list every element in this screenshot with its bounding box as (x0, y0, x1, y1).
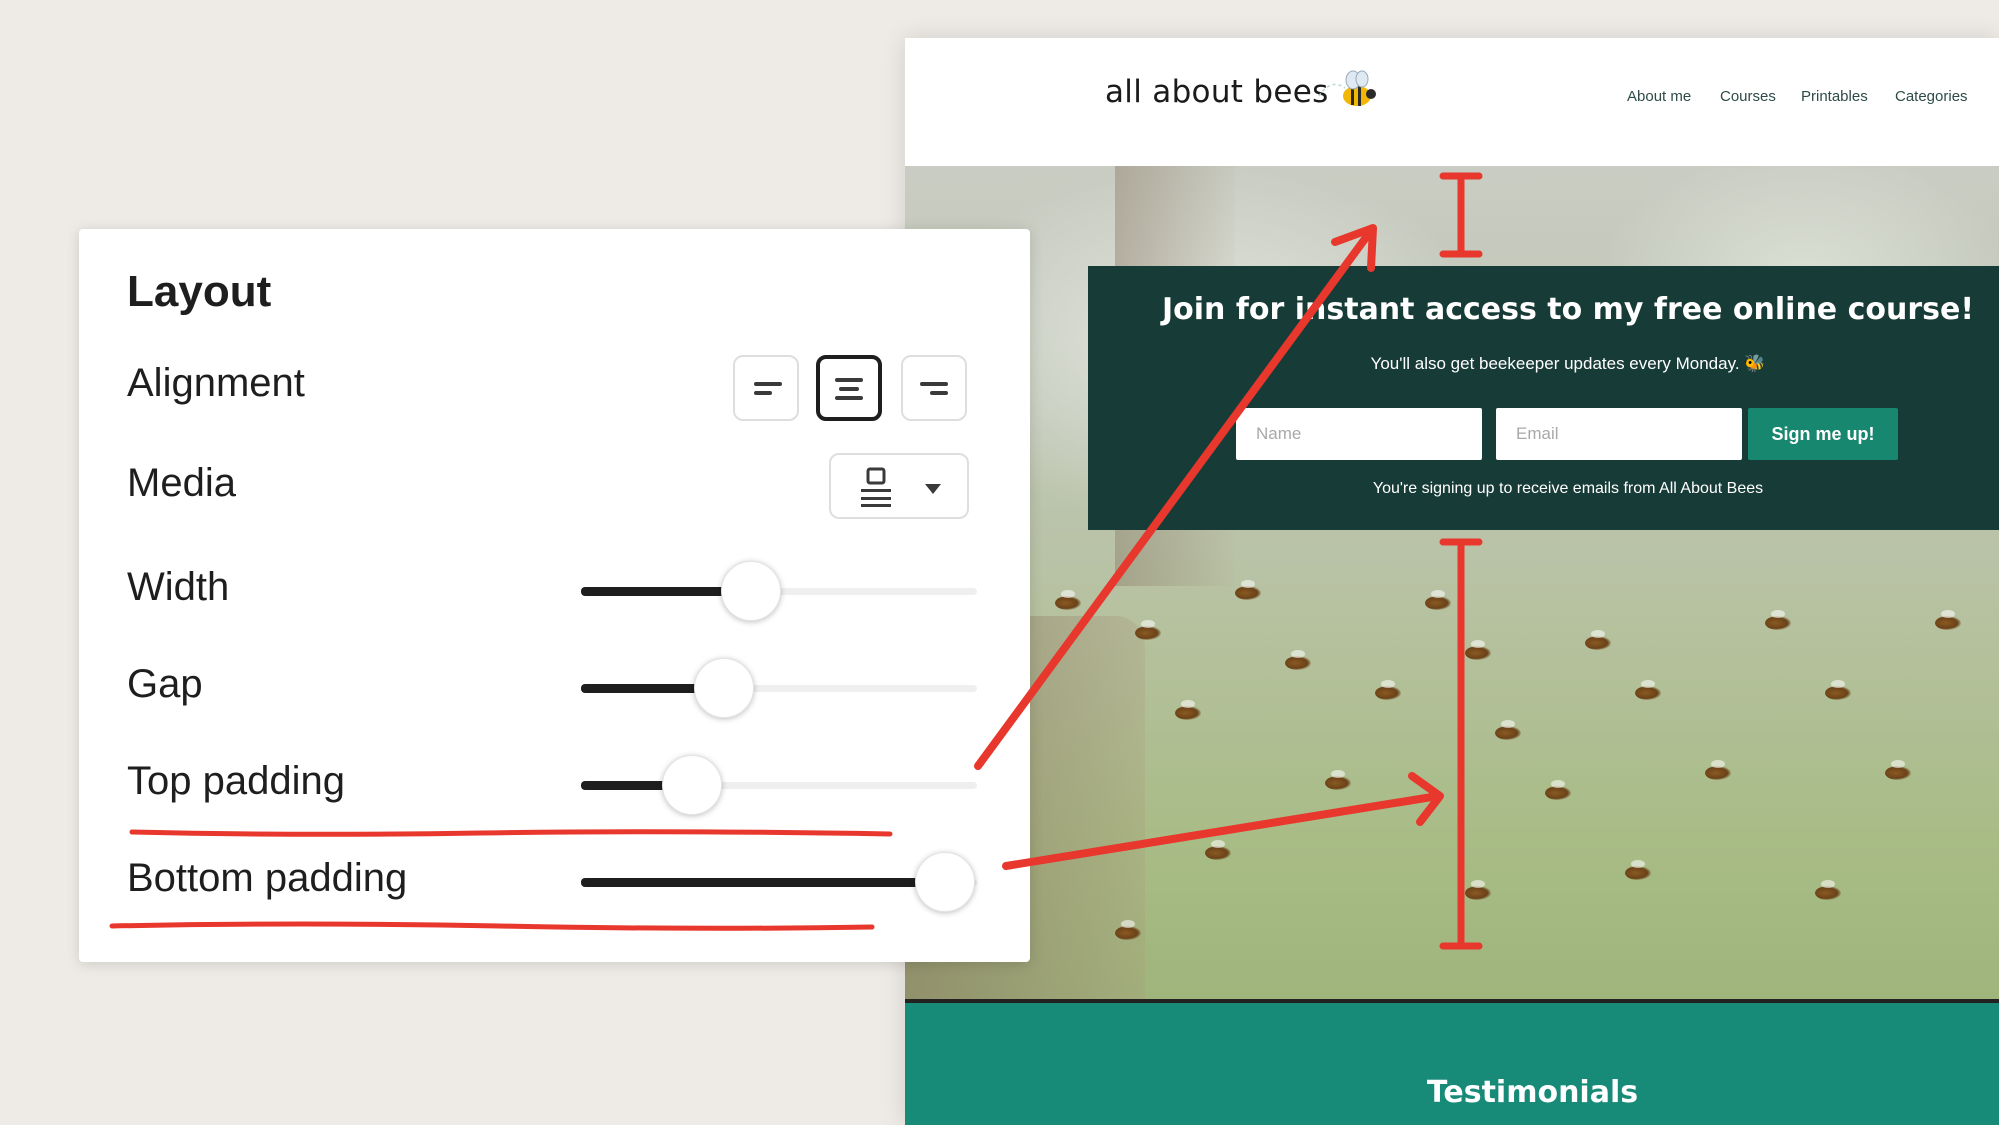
bee-image-detail (1235, 580, 1261, 600)
bee-image-detail (1495, 720, 1521, 740)
media-dropdown[interactable] (829, 453, 969, 519)
media-label: Media (127, 461, 236, 505)
bee-image-detail (1815, 880, 1841, 900)
bottom-padding-label: Bottom padding (127, 856, 408, 900)
slider-thumb[interactable] (721, 561, 782, 621)
bee-image-detail (1585, 630, 1611, 650)
width-slider[interactable] (581, 561, 977, 621)
bee-image-detail (1825, 680, 1851, 700)
bee-image-detail (1285, 650, 1311, 670)
top-padding-slider[interactable] (581, 755, 977, 815)
signup-form-section: Join for instant access to my free onlin… (1088, 266, 1999, 530)
bee-image-detail (1055, 590, 1081, 610)
chevron-down-icon (925, 484, 941, 494)
bee-logo-icon (1318, 70, 1376, 106)
nav-printables[interactable]: Printables (1801, 88, 1868, 105)
name-input[interactable] (1236, 408, 1482, 460)
nav-courses[interactable]: Courses (1720, 88, 1776, 105)
website-preview: all about bees About me Courses Printabl… (905, 38, 1999, 1125)
media-layout-icon (861, 467, 891, 507)
bee-image-detail (1175, 700, 1201, 720)
bee-image-detail (1205, 840, 1231, 860)
bee-image-detail (1465, 640, 1491, 660)
bottom-padding-slider[interactable] (581, 852, 977, 912)
signup-note: You're signing up to receive emails from… (1372, 480, 1764, 497)
align-left-button[interactable] (733, 355, 799, 421)
email-input[interactable] (1496, 408, 1742, 460)
testimonials-section: Testimonials (905, 1003, 1999, 1125)
bee-image-detail (1115, 920, 1141, 940)
bee-image-detail (1885, 760, 1911, 780)
testimonials-title: Testimonials (1426, 1075, 1639, 1110)
signup-title: Join for instant access to my free onlin… (1161, 292, 1975, 327)
slider-fill (581, 878, 946, 887)
bee-image-detail (1425, 590, 1451, 610)
gap-label: Gap (127, 662, 203, 706)
bee-image-detail (1375, 680, 1401, 700)
panel-title: Layout (127, 267, 272, 316)
nav-about-me[interactable]: About me (1627, 88, 1691, 105)
slider-thumb[interactable] (693, 658, 754, 718)
site-logo-text[interactable]: all about bees (1105, 74, 1329, 110)
top-padding-label: Top padding (127, 759, 345, 803)
align-center-button[interactable] (816, 355, 882, 421)
bee-image-detail (1705, 760, 1731, 780)
bee-image-detail (1765, 610, 1791, 630)
slider-thumb[interactable] (661, 755, 722, 815)
alignment-label: Alignment (127, 361, 305, 405)
bee-image-detail (1635, 680, 1661, 700)
slider-thumb[interactable] (915, 852, 976, 912)
nav-categories[interactable]: Categories (1895, 88, 1968, 105)
bee-image-detail (1935, 610, 1961, 630)
bee-image-detail (1465, 880, 1491, 900)
bee-image-detail (1325, 770, 1351, 790)
width-label: Width (127, 565, 230, 609)
align-right-button[interactable] (901, 355, 967, 421)
layout-settings-panel: Layout Alignment Media Width Gap Top pad… (79, 229, 1030, 962)
sign-me-up-button[interactable]: Sign me up! (1748, 408, 1898, 460)
bee-image-detail (1135, 620, 1161, 640)
site-header: all about bees About me Courses Printabl… (905, 38, 1999, 166)
bee-image-detail (1545, 780, 1571, 800)
signup-subtitle: You'll also get beekeeper updates every … (1370, 354, 1766, 373)
bee-image-detail (1625, 860, 1651, 880)
gap-slider[interactable] (581, 658, 977, 718)
